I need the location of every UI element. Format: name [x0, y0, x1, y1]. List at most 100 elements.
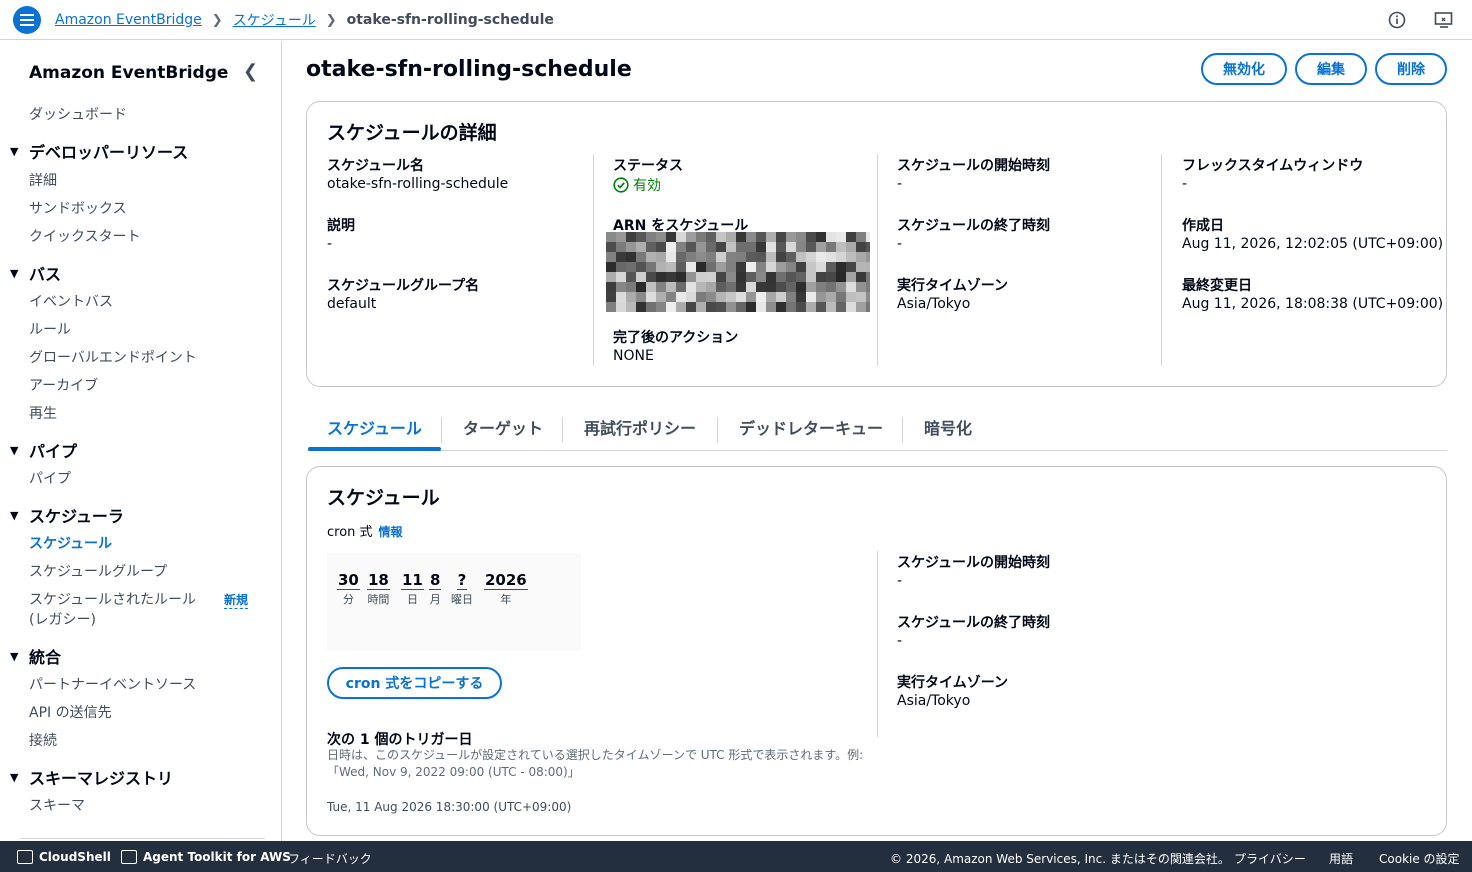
cloudshell-button[interactable]: CloudShell: [17, 850, 111, 864]
info-icon[interactable]: [1386, 9, 1408, 31]
agent-toolkit-label: Agent Toolkit for AWS: [143, 850, 291, 864]
tabs: スケジュール ターゲット 再試行ポリシー デッドレターキュー 暗号化: [307, 407, 1447, 451]
tab-retry-policy[interactable]: 再試行ポリシー: [584, 415, 696, 439]
copy-cron-button[interactable]: cron 式をコピーする: [327, 667, 502, 699]
mosaic-cell: [716, 302, 726, 312]
timezone-label: 実行タイムゾーン: [897, 278, 1009, 294]
tab-schedule[interactable]: スケジュール: [327, 415, 422, 439]
mosaic-cell: [686, 272, 696, 282]
breadcrumb-eventbridge[interactable]: Amazon EventBridge: [55, 12, 202, 28]
sidebar-item-pipes[interactable]: パイプ: [29, 468, 71, 488]
mosaic-cell: [856, 282, 866, 292]
mosaic-cell: [866, 252, 870, 262]
sidebar-item-global-endpoints[interactable]: グローバルエンドポイント: [29, 347, 197, 367]
mosaic-cell: [846, 232, 856, 242]
mosaic-cell: [676, 282, 686, 292]
breadcrumb-schedules[interactable]: スケジュール: [233, 10, 316, 30]
mosaic-cell: [836, 282, 846, 292]
sidebar-item-scheduled-rules-legacy[interactable]: (レガシー): [29, 609, 96, 629]
mosaic-cell: [726, 272, 736, 282]
mosaic-cell: [636, 292, 646, 302]
sidebar-section-integration[interactable]: ▼ 統合: [10, 644, 61, 668]
caret-down-icon: ▼: [10, 266, 19, 280]
privacy-link[interactable]: プライバシー: [1234, 850, 1306, 867]
sidebar-item-schedule-groups[interactable]: スケジュールグループ: [29, 561, 167, 581]
sidebar-item-dashboard[interactable]: ダッシュボード: [29, 104, 127, 124]
sidebar-item-scheduled-rules[interactable]: スケジュールされたルール: [29, 589, 196, 609]
mosaic-cell: [616, 282, 626, 292]
caret-down-icon: ▼: [10, 508, 19, 522]
action-value: NONE: [613, 348, 654, 364]
mosaic-cell: [746, 252, 756, 262]
mosaic-cell: [816, 292, 826, 302]
schedule-start-value: -: [897, 573, 903, 589]
sidebar-section-pipes[interactable]: ▼ パイプ: [10, 438, 77, 462]
mosaic-cell: [766, 232, 776, 242]
sidebar-item-connections[interactable]: 接続: [29, 730, 57, 750]
mosaic-cell: [786, 282, 796, 292]
info-link[interactable]: 情報: [379, 525, 403, 539]
mosaic-cell: [726, 252, 736, 262]
status-value: 有効: [633, 178, 661, 194]
sidebar-item-event-bus[interactable]: イベントバス: [29, 291, 113, 311]
sidebar-item-schemas[interactable]: スキーマ: [29, 795, 85, 815]
sidebar-title[interactable]: Amazon EventBridge: [29, 63, 228, 83]
chevron-left-icon[interactable]: ❮: [243, 61, 258, 82]
mosaic-cell: [666, 292, 676, 302]
mosaic-cell: [816, 302, 826, 312]
sidebar-section-scheduler[interactable]: ▼ スケジューラ: [10, 503, 124, 527]
tab-encryption[interactable]: 暗号化: [924, 415, 972, 439]
sidebar-item-quickstart[interactable]: クイックスタート: [29, 226, 141, 246]
mosaic-cell: [846, 262, 856, 272]
sidebar-item-api-destinations[interactable]: API の送信先: [29, 702, 112, 722]
cron-hour-value: 18: [367, 571, 390, 590]
mosaic-cell: [676, 242, 686, 252]
mosaic-cell: [786, 292, 796, 302]
mosaic-cell: [746, 242, 756, 252]
mosaic-cell: [696, 272, 706, 282]
sidebar-item-replays[interactable]: 再生: [29, 403, 57, 423]
sidebar-section-schema-registry[interactable]: ▼ スキーマレジストリ: [10, 765, 173, 789]
modified-label: 最終変更日: [1182, 278, 1252, 294]
sidebar-item-archives[interactable]: アーカイブ: [29, 375, 98, 395]
column-divider: [877, 154, 878, 366]
feedback-icon[interactable]: [1433, 9, 1455, 31]
mosaic-cell: [676, 232, 686, 242]
sidebar-item-rules[interactable]: ルール: [29, 319, 71, 339]
caret-down-icon: ▼: [10, 649, 19, 663]
sidebar-item-partner-sources[interactable]: パートナーイベントソース: [29, 674, 196, 694]
tab-target[interactable]: ターゲット: [463, 415, 543, 439]
delete-button[interactable]: 削除: [1375, 53, 1447, 85]
status-badge: 有効: [613, 175, 661, 195]
mosaic-cell: [606, 232, 616, 242]
mosaic-cell: [726, 262, 736, 272]
sidebar-section-developer[interactable]: ▼ デベロッパーリソース: [10, 139, 188, 163]
disable-button[interactable]: 無効化: [1201, 53, 1287, 85]
sidebar-section-bus[interactable]: ▼ バス: [10, 261, 61, 285]
sidebar-item-sandbox[interactable]: サンドボックス: [29, 198, 127, 218]
cookie-settings-link[interactable]: Cookie の設定: [1379, 850, 1460, 867]
sidebar-item-details[interactable]: 詳細: [29, 170, 57, 190]
mosaic-cell: [766, 272, 776, 282]
cron-day: 11 日: [401, 571, 424, 607]
created-label: 作成日: [1182, 218, 1224, 234]
cloudshell-label: CloudShell: [39, 850, 111, 864]
cron-year-unit: 年: [500, 593, 512, 606]
mosaic-cell: [696, 242, 706, 252]
mosaic-cell: [686, 252, 696, 262]
sidebar-item-schedules[interactable]: スケジュール: [29, 533, 112, 553]
mosaic-cell: [636, 262, 646, 272]
tab-dead-letter-queue[interactable]: デッドレターキュー: [739, 415, 883, 439]
terms-link[interactable]: 用語: [1329, 850, 1353, 867]
agent-toolkit-button[interactable]: Agent Toolkit for AWS: [121, 850, 291, 864]
mosaic-cell: [606, 252, 616, 262]
edit-button[interactable]: 編集: [1295, 53, 1367, 85]
mosaic-cell: [836, 242, 846, 252]
menu-icon[interactable]: [13, 6, 41, 34]
mosaic-cell: [666, 262, 676, 272]
mosaic-cell: [656, 282, 666, 292]
feedback-link[interactable]: フィードバック: [288, 850, 372, 867]
mosaic-cell: [796, 262, 806, 272]
mosaic-cell: [836, 262, 846, 272]
created-value: Aug 11, 2026, 12:02:05 (UTC+09:00): [1182, 236, 1444, 252]
